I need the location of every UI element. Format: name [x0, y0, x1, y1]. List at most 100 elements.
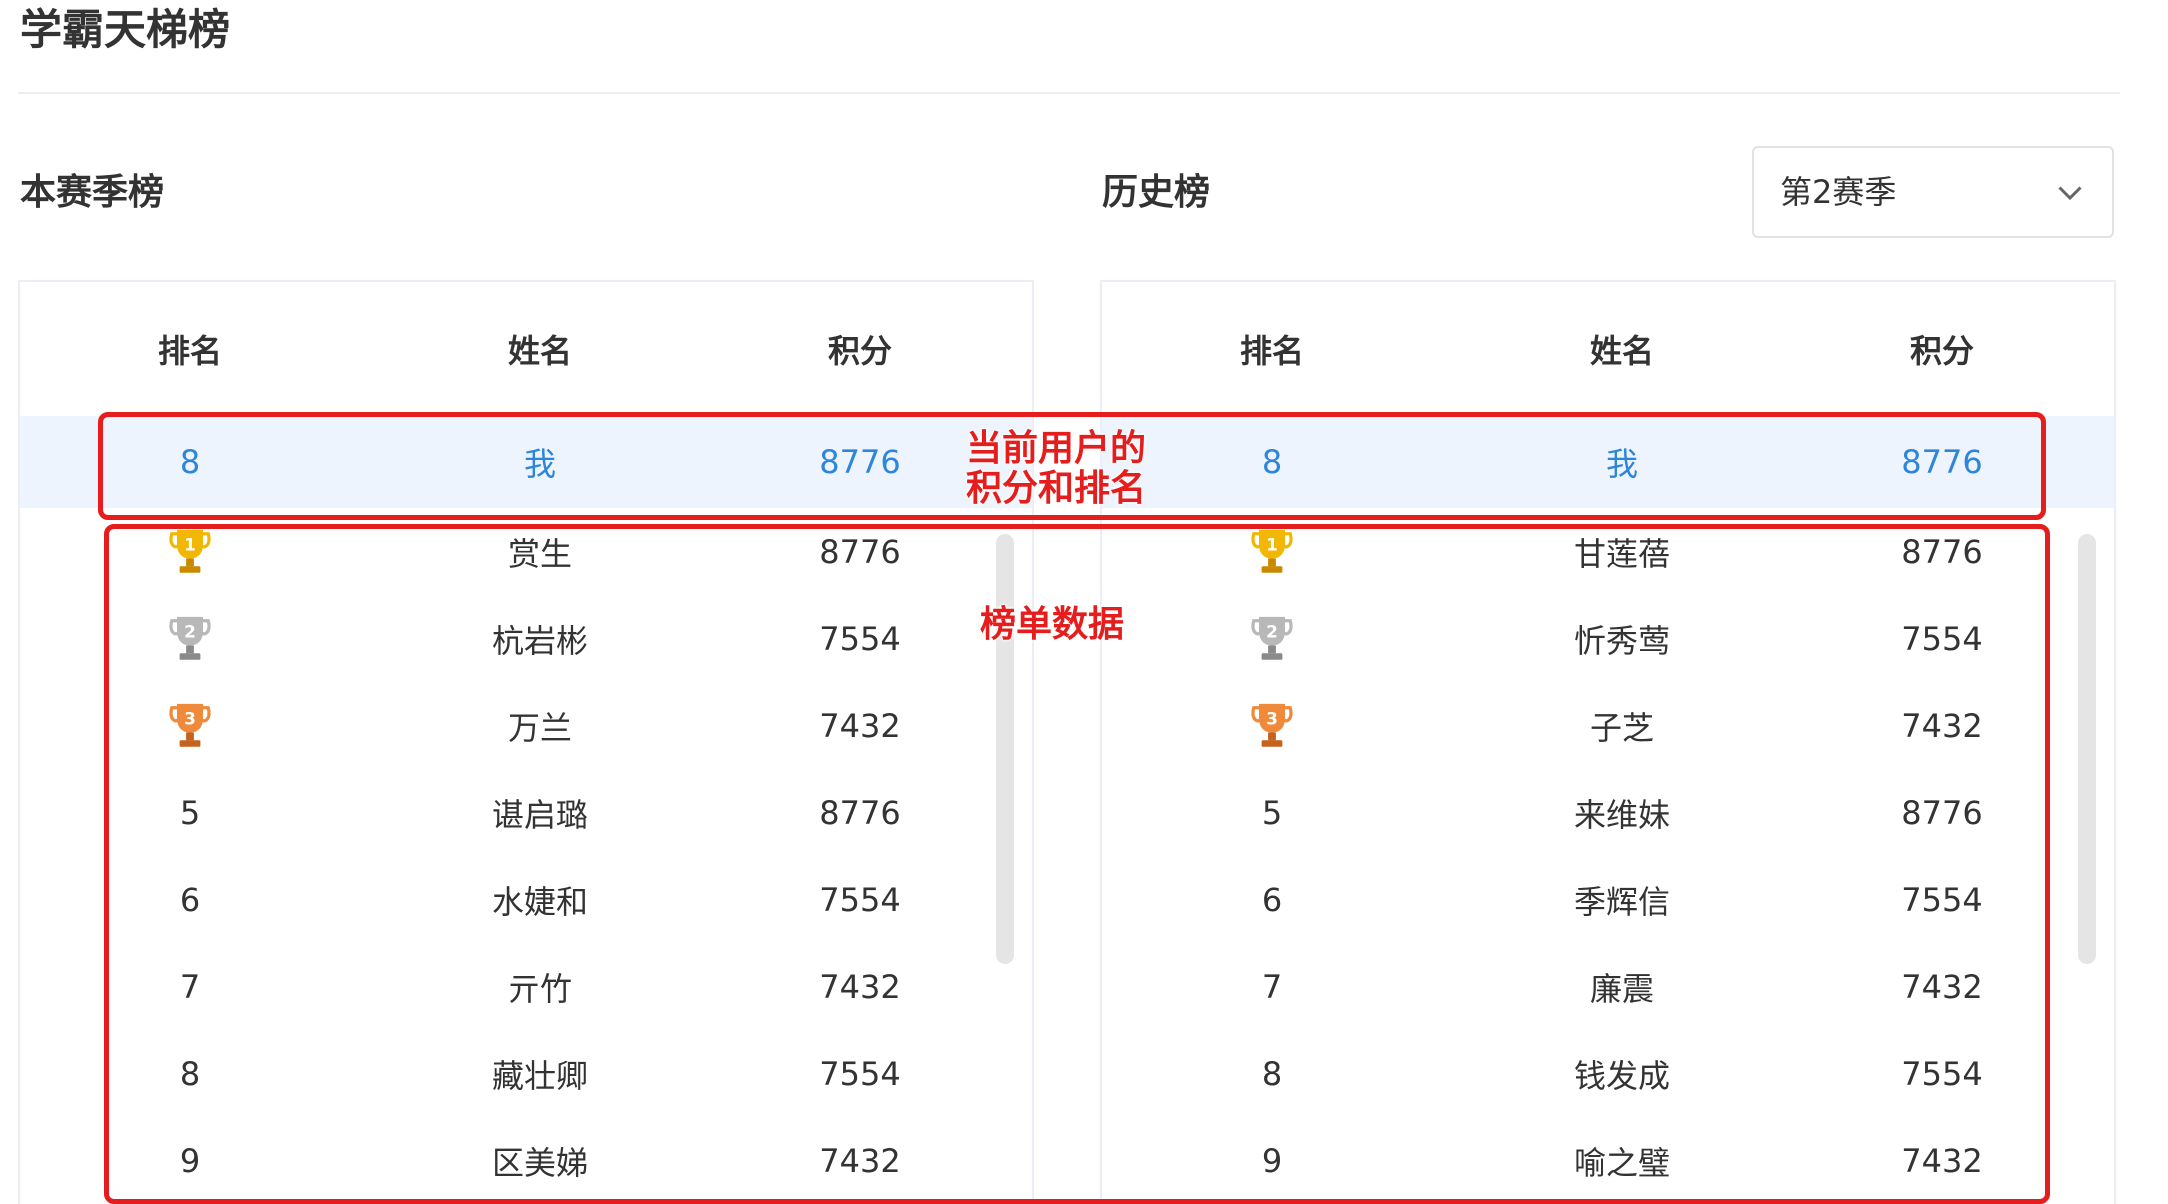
table-row[interactable]: 2 忻秀莺 7554: [1102, 595, 2114, 683]
header-score: 积分: [1909, 332, 1974, 370]
row-score: 7432: [819, 707, 901, 745]
row-score: 7554: [819, 881, 901, 919]
history-title: 历史榜: [1102, 172, 1211, 213]
row-name: 谌启璐: [491, 796, 588, 834]
row-name: 季辉信: [1573, 883, 1670, 921]
table-row[interactable]: 9 喻之璧 7432: [1102, 1117, 2114, 1204]
row-name: 赏生: [507, 535, 572, 573]
table-row[interactable]: 7 廉震 7432: [1102, 943, 2114, 1031]
row-rank: 5: [179, 794, 201, 832]
row-score: 8776: [1901, 533, 1983, 571]
leaderboard-rows: 1 赏生 8776 2 杭岩彬 7554 3 万兰 7432 5 谌启璐 8776 6 水婕和 7554 7 亓…: [20, 508, 1032, 1204]
row-rank: 8: [179, 1055, 201, 1093]
me-score: 8776: [819, 443, 901, 481]
row-rank: 2: [1172, 595, 1372, 683]
current-user-row[interactable]: 8 我 8776: [1102, 416, 2114, 508]
row-score: 7554: [819, 1055, 901, 1093]
table-row[interactable]: 6 水婕和 7554: [20, 856, 1032, 944]
row-rank: 8: [1261, 1055, 1283, 1093]
row-rank: 5: [1261, 794, 1283, 832]
leaderboard-rows: 1 甘莲蓓 8776 2 忻秀莺 7554 3 子芝 7432 5 来维妹 8776 6 季辉信 7554 7…: [1102, 508, 2114, 1204]
row-rank: 9: [1261, 1142, 1283, 1180]
row-name: 来维妹: [1573, 796, 1670, 834]
row-rank: 1: [1172, 508, 1372, 596]
row-name: 水婕和: [491, 883, 588, 921]
trophy-bronze-icon: 3: [1251, 703, 1293, 747]
table-row[interactable]: 7 亓竹 7432: [20, 943, 1032, 1031]
history-table: 排名 姓名 积分 8 我 8776 1 甘莲蓓 8776 2 忻秀莺 7554 3 子芝 743…: [1100, 280, 2116, 1204]
trophy-gold-icon: 1: [169, 529, 211, 573]
row-name: 杭岩彬: [491, 622, 588, 660]
row-score: 7432: [1901, 968, 1983, 1006]
row-rank: 6: [179, 881, 201, 919]
row-rank: 2: [90, 595, 290, 683]
table-row[interactable]: 8 藏壮卿 7554: [20, 1030, 1032, 1118]
table-row[interactable]: 1 赏生 8776: [20, 508, 1032, 596]
trophy-bronze-icon: 3: [169, 703, 211, 747]
table-row[interactable]: 3 子芝 7432: [1102, 682, 2114, 770]
row-name: 廉震: [1589, 970, 1654, 1008]
trophy-rank-number: 1: [184, 535, 196, 555]
page-title: 学霸天梯榜: [20, 5, 231, 54]
table-row[interactable]: 2 杭岩彬 7554: [20, 595, 1032, 683]
current-season-table: 排名 姓名 积分 8 我 8776 1 赏生 8776 2 杭岩彬 7554 3 万兰 7432…: [18, 280, 1034, 1204]
season-select[interactable]: 第2赛季: [1752, 146, 2114, 238]
trophy-rank-number: 3: [184, 709, 196, 729]
row-score: 8776: [819, 794, 901, 832]
row-name: 子芝: [1589, 709, 1654, 747]
row-score: 7554: [1901, 620, 1983, 658]
row-rank: 9: [179, 1142, 201, 1180]
annotation-label-list: 榜单数据: [980, 603, 1125, 645]
row-name: 万兰: [507, 709, 572, 747]
row-rank: 3: [1172, 682, 1372, 770]
row-score: 8776: [1901, 794, 1983, 832]
trophy-rank-number: 1: [1266, 535, 1278, 555]
row-score: 7432: [819, 1142, 901, 1180]
table-header: 排名 姓名 积分: [20, 282, 1032, 416]
header-rank: 排名: [157, 332, 222, 370]
table-row[interactable]: 5 谌启璐 8776: [20, 769, 1032, 857]
row-score: 7554: [819, 620, 901, 658]
trophy-silver-icon: 2: [1251, 616, 1293, 660]
current-user-row[interactable]: 8 我 8776: [20, 416, 1032, 508]
scrollbar[interactable]: [2078, 534, 2096, 964]
row-name: 钱发成: [1573, 1057, 1670, 1095]
row-score: 8776: [819, 533, 901, 571]
trophy-rank-number: 2: [184, 622, 196, 642]
me-rank: 8: [179, 443, 201, 481]
row-rank: 1: [90, 508, 290, 596]
row-name: 藏壮卿: [491, 1057, 588, 1095]
table-row[interactable]: 9 区美娣 7432: [20, 1117, 1032, 1204]
chevron-down-icon: [2058, 186, 2082, 201]
season-select-value: 第2赛季: [1780, 173, 1897, 211]
me-rank: 8: [1261, 443, 1283, 481]
header-rank: 排名: [1239, 332, 1304, 370]
row-name: 亓竹: [507, 970, 572, 1008]
row-name: 区美娣: [491, 1144, 588, 1182]
row-rank: 7: [1261, 968, 1283, 1006]
me-name: 我: [1605, 445, 1638, 483]
table-header: 排名 姓名 积分: [1102, 282, 2114, 416]
trophy-rank-number: 3: [1266, 709, 1278, 729]
row-score: 7554: [1901, 881, 1983, 919]
row-score: 7432: [1901, 707, 1983, 745]
table-row[interactable]: 5 来维妹 8776: [1102, 769, 2114, 857]
table-row[interactable]: 8 钱发成 7554: [1102, 1030, 2114, 1118]
row-score: 7554: [1901, 1055, 1983, 1093]
row-name: 喻之璧: [1573, 1144, 1670, 1182]
scrollbar[interactable]: [996, 534, 1014, 964]
row-score: 7432: [819, 968, 901, 1006]
row-name: 甘莲蓓: [1573, 535, 1670, 573]
table-row[interactable]: 3 万兰 7432: [20, 682, 1032, 770]
header-divider: [18, 92, 2120, 94]
row-rank: 7: [179, 968, 201, 1006]
me-score: 8776: [1901, 443, 1983, 481]
row-name: 忻秀莺: [1573, 622, 1670, 660]
trophy-gold-icon: 1: [1251, 529, 1293, 573]
annotation-label-current-user: 当前用户的 积分和排名: [966, 427, 1147, 509]
table-row[interactable]: 1 甘莲蓓 8776: [1102, 508, 2114, 596]
header-score: 积分: [827, 332, 892, 370]
table-row[interactable]: 6 季辉信 7554: [1102, 856, 2114, 944]
row-rank: 6: [1261, 881, 1283, 919]
me-name: 我: [523, 445, 556, 483]
